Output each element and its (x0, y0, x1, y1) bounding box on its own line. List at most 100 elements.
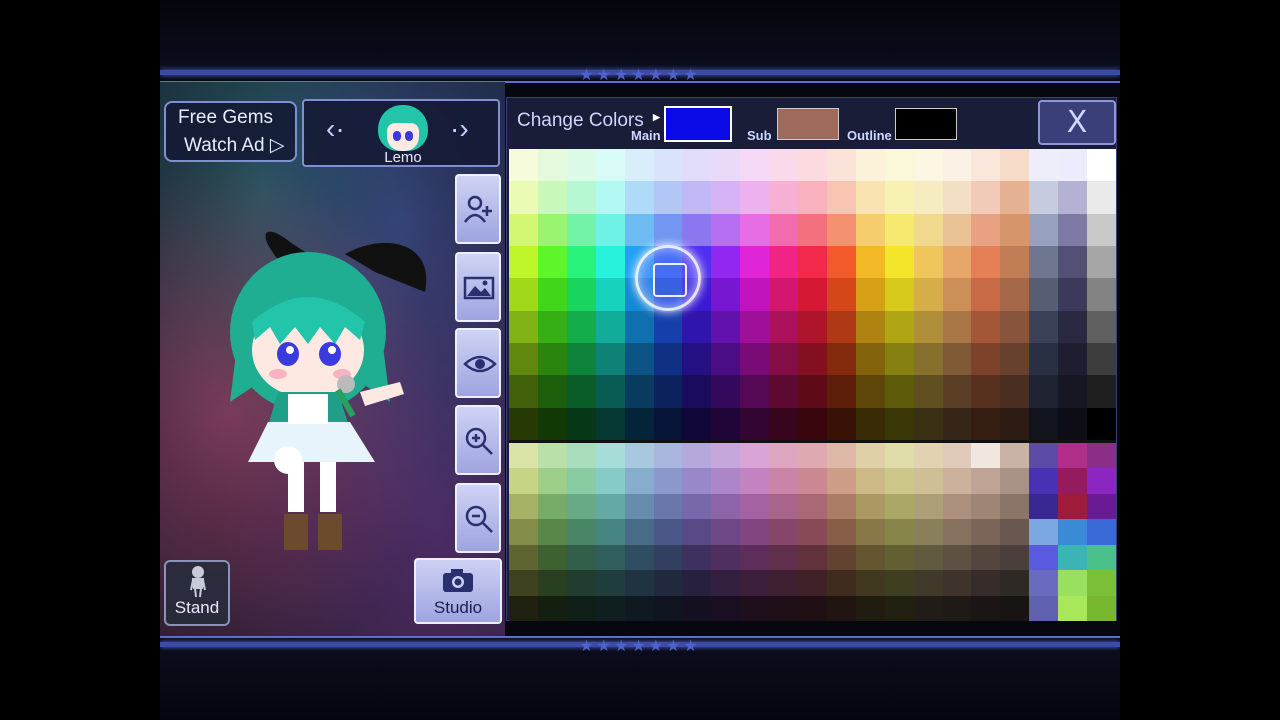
color-cell[interactable] (769, 443, 799, 469)
color-cell[interactable] (595, 570, 626, 597)
close-button[interactable]: X (1038, 100, 1116, 145)
color-cell[interactable] (740, 468, 770, 495)
studio-button[interactable]: Studio (414, 558, 502, 624)
color-cell[interactable] (884, 595, 915, 622)
color-cell[interactable] (1000, 544, 1030, 571)
color-cell[interactable] (913, 278, 944, 312)
color-cell[interactable] (1087, 246, 1117, 279)
color-cell[interactable] (509, 407, 539, 441)
color-cell[interactable] (971, 595, 1001, 622)
color-cell[interactable] (769, 407, 799, 441)
color-cell[interactable] (942, 375, 972, 409)
color-cell[interactable] (566, 375, 597, 409)
color-cell[interactable] (566, 343, 597, 376)
color-cell[interactable] (711, 570, 741, 597)
color-cell[interactable] (1087, 407, 1117, 441)
color-cell[interactable] (884, 375, 915, 409)
color-cell[interactable] (682, 407, 712, 441)
color-cell[interactable] (1087, 278, 1117, 312)
color-cell[interactable] (711, 407, 741, 441)
color-cell[interactable] (537, 343, 568, 376)
color-cell[interactable] (682, 181, 712, 215)
color-cell[interactable] (740, 407, 770, 441)
color-cell[interactable] (855, 246, 886, 279)
color-cell[interactable] (740, 181, 770, 215)
color-cell[interactable] (1058, 375, 1088, 409)
color-cell[interactable] (740, 246, 770, 279)
free-gems-button[interactable]: Free Gems Watch Ad ▷ (164, 101, 297, 162)
color-cell[interactable] (913, 493, 944, 520)
color-cell[interactable] (1087, 213, 1117, 247)
color-cell[interactable] (537, 570, 568, 597)
color-cell[interactable] (624, 443, 654, 469)
color-cell[interactable] (971, 519, 1001, 546)
color-cell[interactable] (711, 213, 741, 247)
color-cell[interactable] (711, 544, 741, 571)
color-cell[interactable] (769, 149, 799, 182)
color-cell[interactable] (1000, 468, 1030, 495)
color-cell[interactable] (826, 544, 857, 571)
color-cell[interactable] (1087, 443, 1117, 469)
color-cell[interactable] (682, 443, 712, 469)
color-cell[interactable] (537, 493, 568, 520)
color-cell[interactable] (913, 595, 944, 622)
color-cell[interactable] (826, 213, 857, 247)
color-cell[interactable] (942, 278, 972, 312)
color-cell[interactable] (798, 181, 828, 215)
color-cell[interactable] (711, 468, 741, 495)
color-cell[interactable] (769, 213, 799, 247)
color-cell[interactable] (566, 544, 597, 571)
color-cell[interactable] (1058, 181, 1088, 215)
color-cell[interactable] (595, 595, 626, 622)
color-cell[interactable] (711, 493, 741, 520)
color-cell[interactable] (884, 181, 915, 215)
color-cell[interactable] (1029, 519, 1059, 546)
color-cell[interactable] (624, 375, 654, 409)
color-cell[interactable] (1087, 519, 1117, 546)
color-cell[interactable] (798, 493, 828, 520)
color-cell[interactable] (826, 468, 857, 495)
color-cell[interactable] (798, 278, 828, 312)
color-cell[interactable] (566, 570, 597, 597)
color-cell[interactable] (624, 407, 654, 441)
color-cell[interactable] (595, 343, 626, 376)
color-cell[interactable] (682, 544, 712, 571)
color-cell[interactable] (1087, 595, 1117, 622)
color-cell[interactable] (595, 375, 626, 409)
color-picker-cursor[interactable] (634, 245, 701, 312)
color-cell[interactable] (1029, 595, 1059, 622)
color-cell[interactable] (971, 443, 1001, 469)
color-cell[interactable] (711, 595, 741, 622)
color-cell[interactable] (1058, 343, 1088, 376)
color-cell[interactable] (1058, 570, 1088, 597)
main-color-swatch[interactable] (664, 106, 732, 142)
color-cell[interactable] (855, 213, 886, 247)
outline-color-swatch[interactable] (895, 108, 957, 140)
color-cell[interactable] (826, 310, 857, 344)
color-cell[interactable] (566, 443, 597, 469)
prev-character-button[interactable]: ‹· (326, 113, 345, 145)
color-cell[interactable] (798, 595, 828, 622)
color-cell[interactable] (682, 468, 712, 495)
color-cell[interactable] (971, 343, 1001, 376)
color-cell[interactable] (913, 149, 944, 182)
color-cell[interactable] (798, 375, 828, 409)
color-cell[interactable] (826, 407, 857, 441)
color-cell[interactable] (566, 213, 597, 247)
color-cell[interactable] (509, 519, 539, 546)
color-cell[interactable] (509, 443, 539, 469)
color-cell[interactable] (884, 278, 915, 312)
color-cell[interactable] (942, 595, 972, 622)
color-cell[interactable] (942, 570, 972, 597)
add-character-button[interactable] (455, 174, 501, 244)
color-cell[interactable] (537, 310, 568, 344)
color-cell[interactable] (595, 544, 626, 571)
color-cell[interactable] (653, 595, 683, 622)
color-cell[interactable] (682, 519, 712, 546)
color-cell[interactable] (913, 570, 944, 597)
color-cell[interactable] (1029, 181, 1059, 215)
color-cell[interactable] (624, 468, 654, 495)
color-cell[interactable] (682, 149, 712, 182)
color-cell[interactable] (537, 181, 568, 215)
color-cell[interactable] (509, 213, 539, 247)
